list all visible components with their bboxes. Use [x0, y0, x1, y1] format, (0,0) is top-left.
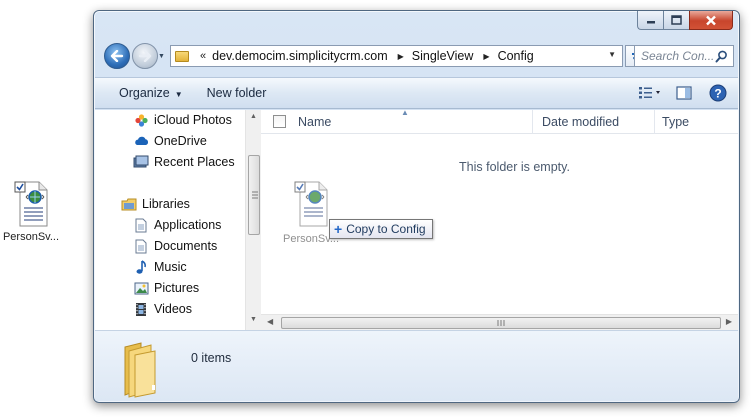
chevron-down-icon: ▼ [158, 53, 165, 60]
column-header-date-modified[interactable]: Date modified [542, 115, 619, 129]
nav-item-label: Documents [154, 239, 218, 253]
column-header-name[interactable]: Name [298, 115, 331, 129]
column-divider[interactable] [532, 110, 533, 134]
command-bar: Organize ▼ New folder ? [95, 77, 738, 109]
forward-button[interactable] [132, 43, 158, 69]
documents-icon [133, 238, 149, 254]
pictures-icon [133, 280, 149, 296]
grip-icon [252, 191, 258, 199]
breadcrumb-separator-icon[interactable]: ▶ [483, 52, 489, 61]
minimize-button[interactable] [637, 11, 663, 30]
column-divider[interactable] [654, 110, 655, 134]
nav-item-label: iCloud Photos [154, 113, 232, 127]
column-header-row: Name ▲ Date modified Type [261, 108, 738, 134]
drag-copy-tooltip: + Copy to Config [329, 219, 433, 239]
view-details-icon [639, 87, 660, 99]
address-overflow-chevron[interactable]: « [200, 50, 206, 62]
recent-pages-button[interactable]: ▼ [158, 53, 165, 60]
change-view-button[interactable] [636, 82, 664, 104]
explorer-window: ▼ « dev.democim.simplicitycrm.com ▶ Sing… [93, 10, 740, 403]
scrollbar-thumb[interactable] [281, 317, 721, 329]
script-file-icon [11, 180, 51, 228]
scroll-up-icon[interactable]: ▲ [250, 113, 257, 120]
scroll-down-icon[interactable]: ▼ [250, 316, 257, 323]
new-folder-button[interactable]: New folder [195, 86, 279, 100]
file-list: Name ▲ Date modified Type This folder is… [261, 108, 738, 330]
nav-item-applications[interactable]: Applications [133, 215, 221, 235]
svg-text:?: ? [714, 87, 721, 101]
nav-item-label: OneDrive [154, 134, 207, 148]
plus-icon: + [334, 221, 343, 237]
nav-item-label: Libraries [142, 197, 190, 211]
nav-item-label: Applications [154, 218, 222, 232]
navigation-scrollbar[interactable]: ▲ ▼ [245, 110, 261, 330]
drag-copy-label: Copy to Config [346, 222, 426, 236]
breadcrumb-singleview[interactable]: SingleView [412, 49, 474, 63]
empty-folder-message: This folder is empty. [459, 160, 570, 174]
music-note-icon [133, 259, 149, 275]
address-dropdown-icon[interactable]: ▼ [608, 50, 616, 59]
nav-item-pictures[interactable]: Pictures [133, 278, 199, 298]
maximize-button[interactable] [663, 11, 689, 30]
onedrive-cloud-icon [133, 133, 149, 149]
scroll-right-icon[interactable]: ▶ [726, 317, 732, 326]
search-input[interactable]: Search Con... [634, 45, 734, 67]
column-header-type[interactable]: Type [662, 115, 689, 129]
desktop-file-label: PersonSv... [2, 231, 60, 243]
nav-item-documents[interactable]: Documents [133, 236, 217, 256]
arrow-right-icon [138, 50, 152, 62]
nav-item-label: Videos [154, 302, 192, 316]
chevron-down-icon: ▼ [174, 90, 183, 99]
arrow-left-icon [110, 50, 124, 62]
search-icon[interactable] [715, 50, 728, 63]
help-icon: ? [709, 84, 727, 102]
preview-pane-icon [676, 86, 692, 100]
back-button[interactable] [104, 43, 130, 69]
main-area: iCloud Photos OneDrive Recent Places Lib… [95, 108, 738, 330]
sort-ascending-icon: ▲ [401, 108, 409, 117]
address-bar[interactable]: « dev.democim.simplicitycrm.com ▶ Single… [170, 45, 623, 67]
caption-buttons [637, 11, 733, 31]
search-placeholder: Search Con... [641, 49, 715, 63]
nav-item-label: Recent Places [154, 155, 235, 169]
help-button[interactable]: ? [704, 82, 732, 104]
horizontal-scrollbar[interactable]: ◀ ▶ [261, 314, 738, 330]
minimize-icon [646, 21, 655, 24]
address-row: ▼ « dev.democim.simplicitycrm.com ▶ Sing… [100, 41, 734, 73]
scroll-left-icon[interactable]: ◀ [267, 317, 273, 326]
folder-icon [121, 341, 169, 399]
nav-item-libraries[interactable]: Libraries [121, 194, 190, 214]
nav-item-music[interactable]: Music [133, 257, 187, 277]
scrollbar-thumb[interactable] [248, 155, 260, 235]
preview-pane-button[interactable] [670, 82, 698, 104]
recent-places-icon [133, 154, 149, 170]
desktop-file[interactable]: PersonSv... [0, 180, 62, 243]
nav-item-icloud-photos[interactable]: iCloud Photos [133, 110, 232, 130]
nav-item-onedrive[interactable]: OneDrive [133, 131, 207, 151]
folder-icon [175, 50, 189, 62]
film-strip-icon [133, 301, 149, 317]
grip-icon [497, 320, 505, 326]
organize-button[interactable]: Organize ▼ [107, 86, 195, 100]
close-button[interactable] [689, 11, 733, 30]
organize-label: Organize [119, 86, 170, 100]
script-file-icon [294, 181, 328, 227]
breadcrumb-config[interactable]: Config [498, 49, 534, 63]
navigation-pane: iCloud Photos OneDrive Recent Places Lib… [95, 110, 245, 330]
close-icon [706, 15, 716, 25]
icloud-photos-icon [133, 112, 149, 128]
document-library-icon [133, 217, 149, 233]
details-pane: 0 items [95, 330, 738, 401]
nav-item-label: Music [154, 260, 187, 274]
nav-item-videos[interactable]: Videos [133, 299, 192, 319]
breadcrumb-domain[interactable]: dev.democim.simplicitycrm.com [212, 49, 388, 63]
nav-item-recent-places[interactable]: Recent Places [133, 152, 235, 172]
item-count: 0 items [191, 351, 232, 365]
libraries-icon [121, 196, 137, 212]
desktop: PersonSv... ▼ « dev.democim.simplicitycr… [0, 0, 753, 419]
breadcrumb-separator-icon[interactable]: ▶ [398, 52, 404, 61]
nav-item-label: Pictures [154, 281, 200, 295]
maximize-icon [671, 15, 682, 25]
select-all-checkbox[interactable] [273, 115, 286, 128]
